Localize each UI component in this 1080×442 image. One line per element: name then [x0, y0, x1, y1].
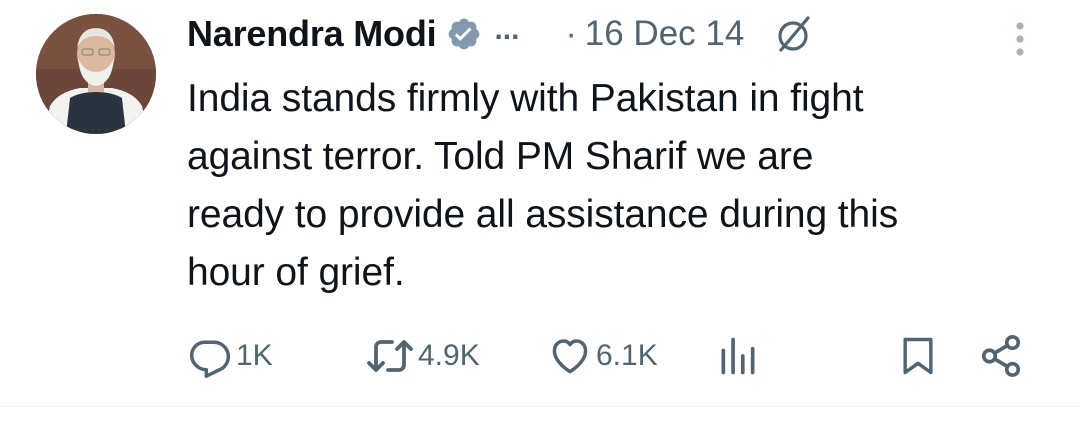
tweet-header: Narendra Modi ... · 16 Dec 14	[187, 6, 1047, 62]
bookmark-button[interactable]	[896, 328, 940, 384]
heart-icon	[552, 339, 588, 374]
reply-count: 1K	[236, 339, 273, 372]
more-options-icon[interactable]	[1010, 20, 1030, 60]
bookmark-icon	[903, 337, 933, 375]
tweet-divider	[0, 406, 1080, 407]
reply-icon	[189, 340, 231, 378]
repost-icon	[367, 340, 413, 372]
views-button[interactable]	[716, 328, 760, 384]
grok-icon[interactable]	[772, 12, 816, 56]
tweet-text-line: against terror. Told PM Sharif we are	[187, 135, 814, 178]
header-separator: ·	[565, 14, 577, 53]
like-count: 6.1K	[596, 339, 658, 372]
tweet-text-line: India stands firmly with Pakistan in fig…	[187, 77, 864, 120]
author-display-name[interactable]: Narendra Modi	[187, 13, 437, 55]
repost-button[interactable]: 4.9K	[366, 328, 480, 384]
tweet-action-bar: 1K 4.9K 6.1K	[0, 328, 1080, 384]
tweet-text-line: ready to provide all assistance during t…	[187, 193, 899, 236]
verified-badge-icon	[449, 18, 480, 50]
tweet-text-line: hour of grief.	[187, 251, 405, 294]
tweet-text: India stands firmly with Pakistan in fig…	[187, 70, 1057, 302]
like-button[interactable]: 6.1K	[548, 328, 658, 384]
reply-button[interactable]: 1K	[188, 328, 273, 384]
profile-photo-icon	[36, 14, 156, 134]
name-overflow-indicator: ...	[494, 13, 520, 46]
share-icon	[981, 335, 1021, 377]
analytics-icon	[721, 337, 755, 375]
repost-count: 4.9K	[418, 339, 480, 372]
share-button[interactable]	[978, 328, 1024, 384]
tweet[interactable]: Narendra Modi ... · 16 Dec 14 India stan…	[0, 0, 1080, 442]
avatar[interactable]	[36, 14, 156, 134]
tweet-date[interactable]: 16 Dec 14	[585, 14, 745, 54]
